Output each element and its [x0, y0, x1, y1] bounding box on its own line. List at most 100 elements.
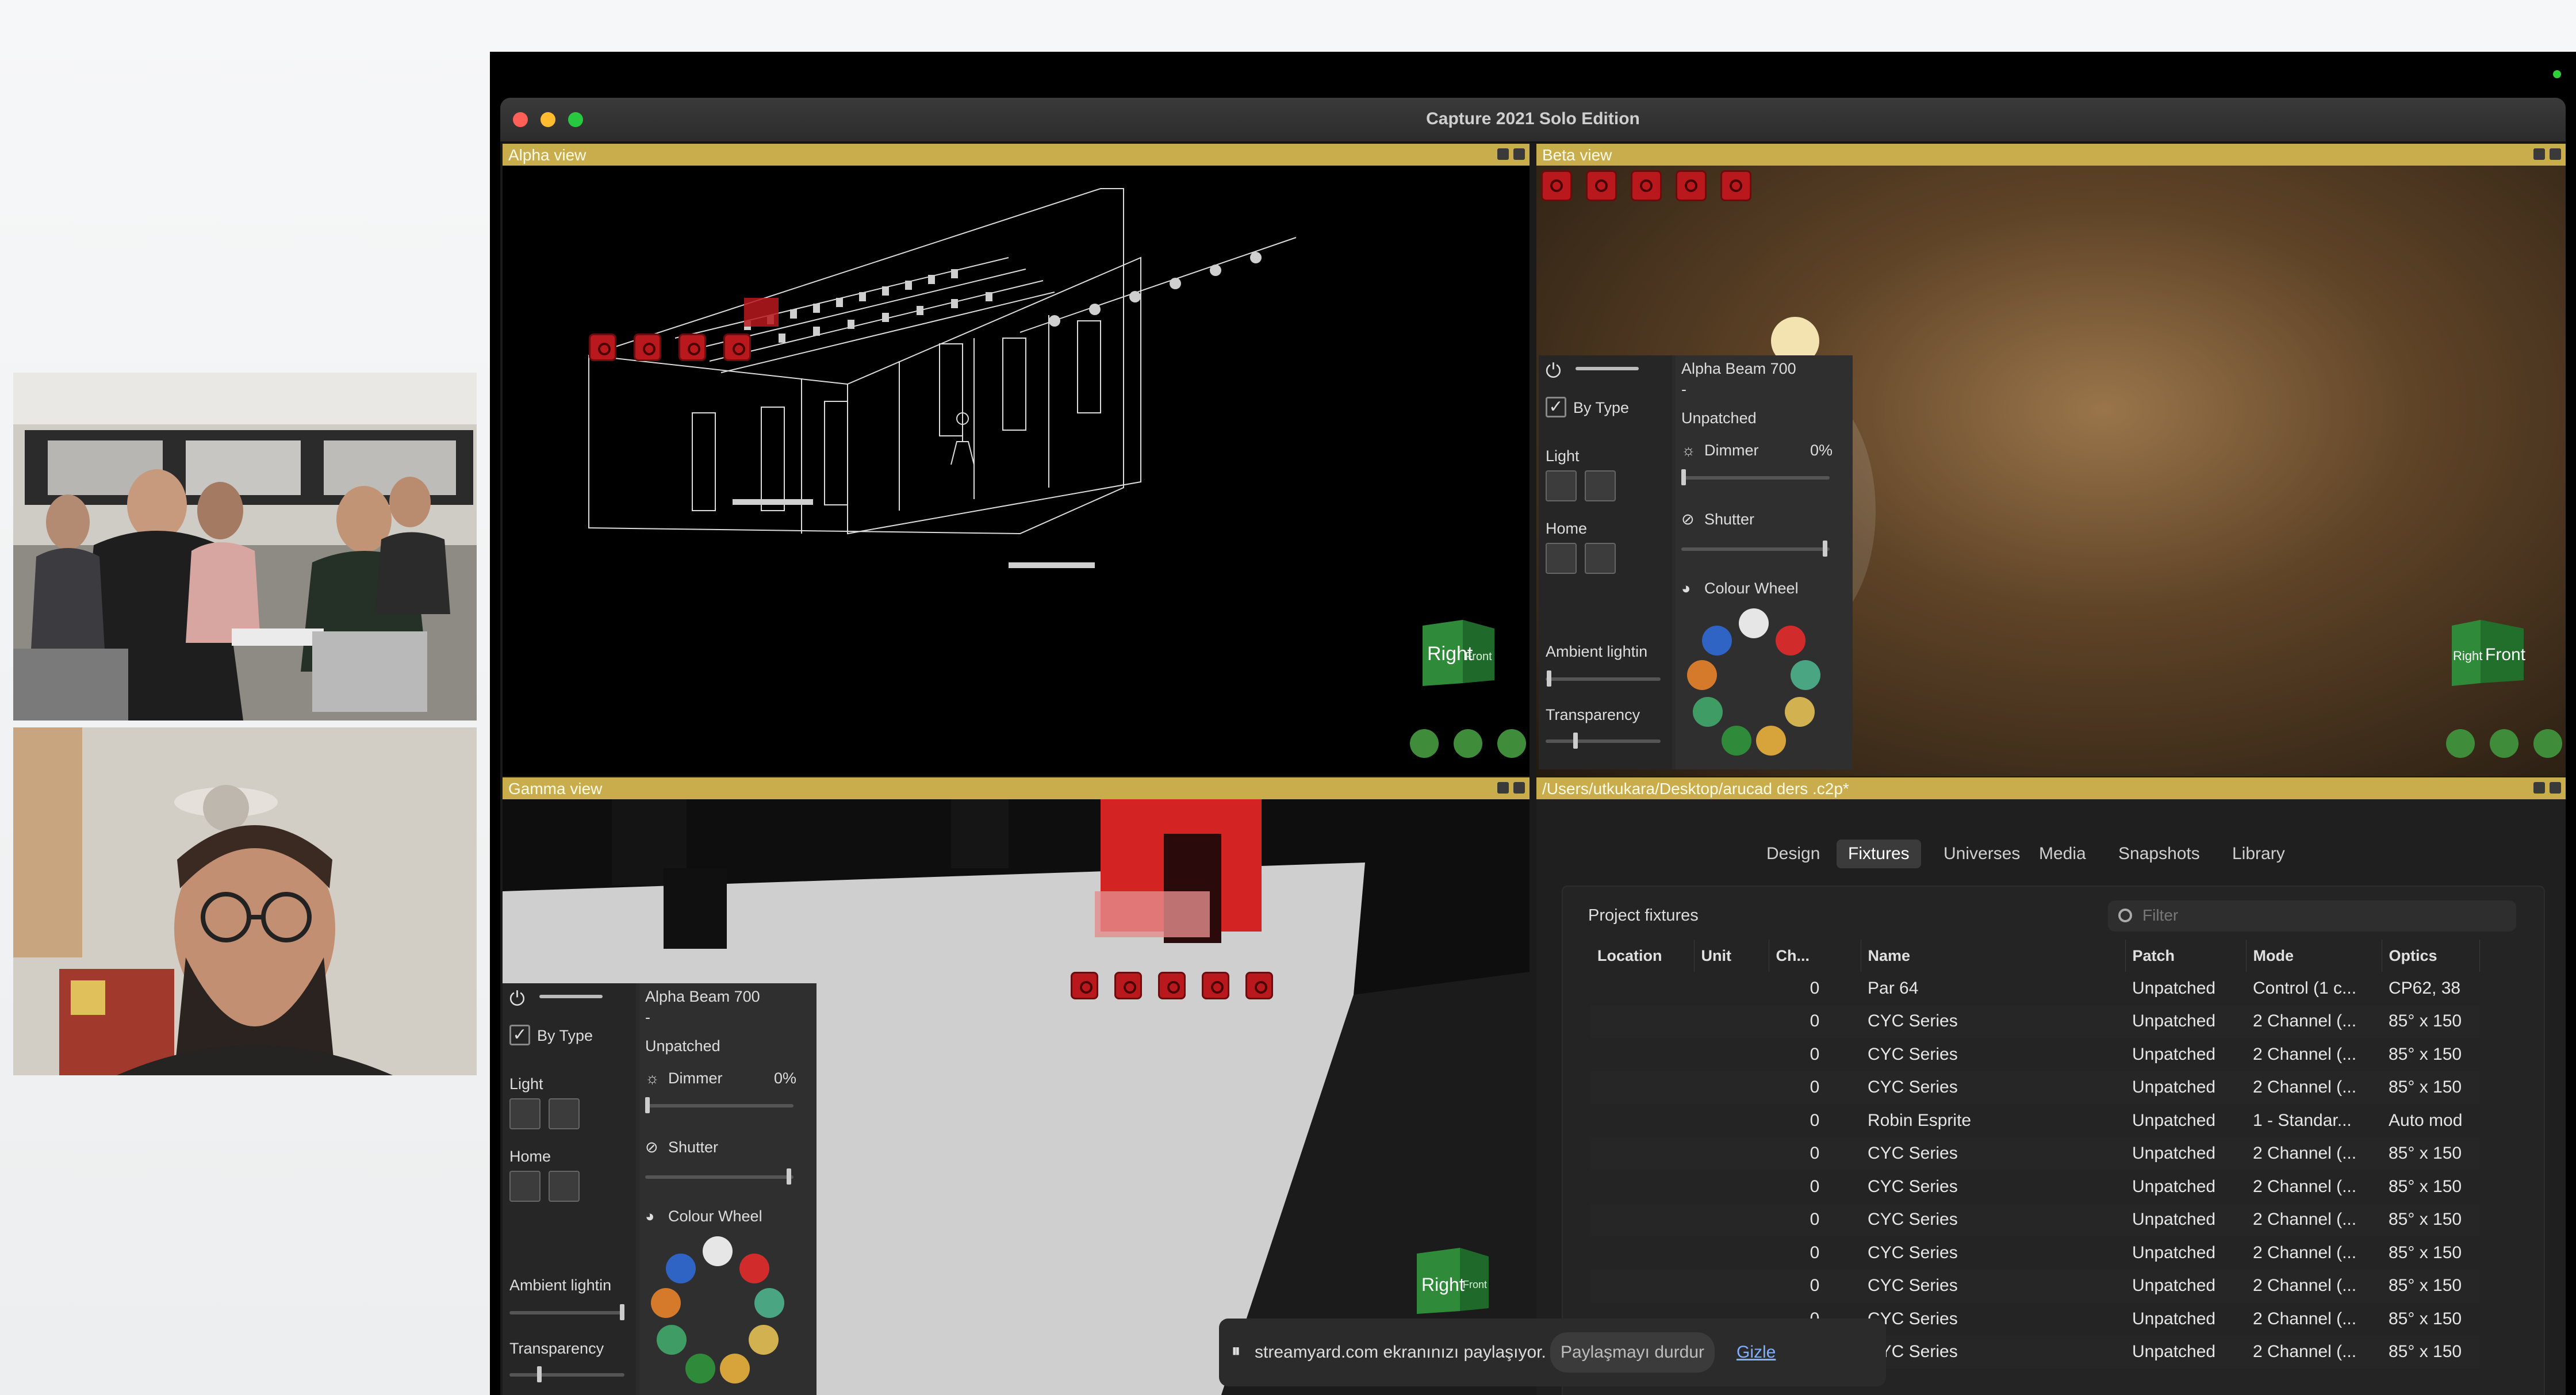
ambient-slider-knob[interactable]: [620, 1304, 624, 1320]
colour-swatch-yellow[interactable]: [749, 1325, 779, 1355]
shutter-slider-knob[interactable]: [787, 1168, 791, 1185]
transparency-slider-knob[interactable]: [537, 1366, 542, 1382]
beta-view-pane[interactable]: Beta view ⏻ ✓ By Type Light Home Ambient…: [1536, 144, 2566, 776]
by-type-checkbox[interactable]: ✓: [1546, 397, 1566, 417]
light-off-button[interactable]: [1546, 470, 1577, 501]
navigation-cube[interactable]: Right Front: [2446, 614, 2527, 689]
tab-snapshots[interactable]: Snapshots: [2107, 840, 2211, 868]
table-row[interactable]: 0 Par 64 Unpatched Control (1 c... CP62, 38: [1590, 972, 2479, 1005]
table-row[interactable]: 0CYC SeriesUnpatched2 Channel (...85° x …: [1590, 1236, 2479, 1270]
ambient-slider[interactable]: [1546, 677, 1661, 681]
colour-swatch-amber[interactable]: [1756, 726, 1786, 756]
pan-icon[interactable]: [1454, 729, 1482, 758]
home-icon[interactable]: [2550, 782, 2561, 794]
red-tool-icon[interactable]: [1676, 170, 1707, 201]
table-row[interactable]: 0CYC SeriesUnpatched2 Channel (...85° x …: [1590, 1137, 2479, 1170]
red-tool-icon[interactable]: [1586, 170, 1617, 201]
column-header-unit[interactable]: Unit: [1694, 940, 1769, 972]
table-row[interactable]: 0CYC SeriesUnpatched2 Channel (...85° x …: [1590, 1005, 2479, 1038]
master-slider[interactable]: [539, 995, 603, 998]
shutter-slider[interactable]: [645, 1175, 793, 1179]
light-on-button[interactable]: [549, 1098, 580, 1129]
red-tool-icon[interactable]: [678, 334, 706, 361]
shutter-slider[interactable]: [1681, 547, 1830, 551]
shutter-slider-knob[interactable]: [1823, 541, 1827, 557]
light-off-button[interactable]: [509, 1098, 540, 1129]
table-row[interactable]: 0CYC SeriesUnpatched2 Channel (...85° x …: [1590, 1038, 2479, 1071]
column-header-patch[interactable]: Patch: [2125, 940, 2247, 972]
home-icon[interactable]: [1513, 148, 1525, 160]
column-header-mode[interactable]: Mode: [2246, 940, 2382, 972]
column-header-channel[interactable]: Ch...: [1769, 940, 1861, 972]
rotate-icon[interactable]: [1410, 729, 1439, 758]
menu-icon[interactable]: [1497, 729, 1526, 758]
red-tool-icon[interactable]: [1114, 972, 1142, 999]
power-icon[interactable]: ⏻: [1546, 360, 1561, 382]
alpha-view-pane[interactable]: Alpha view Right Front: [503, 144, 1529, 776]
transparency-slider[interactable]: [509, 1373, 624, 1377]
home-edit-button[interactable]: [509, 1171, 540, 1202]
home-icon[interactable]: [1513, 782, 1525, 794]
filter-input[interactable]: Filter: [2108, 900, 2516, 932]
colour-swatch-dark-green[interactable]: [1722, 726, 1751, 756]
colour-swatch-orange[interactable]: [651, 1288, 681, 1318]
pin-icon[interactable]: [2533, 148, 2545, 160]
power-icon[interactable]: ⏻: [509, 988, 525, 1010]
column-header-location[interactable]: Location: [1590, 940, 1695, 972]
transparency-slider[interactable]: [1546, 739, 1661, 743]
navigation-cube[interactable]: Right Front: [1417, 614, 1497, 689]
colour-swatch-dark-green[interactable]: [685, 1354, 715, 1383]
colour-swatch-amber[interactable]: [720, 1354, 750, 1383]
red-tool-icon[interactable]: [1720, 170, 1751, 201]
colour-swatch-yellow[interactable]: [1785, 697, 1815, 727]
dimmer-slider-knob[interactable]: [645, 1097, 650, 1113]
stop-sharing-button[interactable]: Paylaşmayı durdur: [1550, 1332, 1715, 1373]
home-icon[interactable]: [2550, 148, 2561, 160]
rotate-icon[interactable]: [2446, 729, 2475, 758]
column-header-name[interactable]: Name: [1861, 940, 2126, 972]
colour-swatch-red[interactable]: [1776, 626, 1805, 656]
menu-icon[interactable]: [2533, 729, 2562, 758]
red-tool-icon[interactable]: [1202, 972, 1229, 999]
tab-library[interactable]: Library: [2221, 840, 2297, 868]
light-on-button[interactable]: [1585, 470, 1616, 501]
ambient-slider[interactable]: [509, 1311, 624, 1314]
alpha-viewport[interactable]: Right Front: [503, 166, 1529, 776]
table-row[interactable]: 0CYC SeriesUnpatched2 Channel (...85° x …: [1590, 1170, 2479, 1204]
colour-swatch-teal[interactable]: [1791, 660, 1820, 690]
home-reset-button[interactable]: [1585, 543, 1616, 574]
red-tool-icon[interactable]: [634, 334, 661, 361]
dimmer-slider[interactable]: [645, 1104, 793, 1107]
red-tool-icon[interactable]: [1245, 972, 1273, 999]
table-row[interactable]: 0CYC SeriesUnpatched2 Channel (...85° x …: [1590, 1071, 2479, 1104]
colour-swatch-teal[interactable]: [754, 1288, 784, 1318]
red-tool-icon[interactable]: [1631, 170, 1662, 201]
transparency-slider-knob[interactable]: [1573, 733, 1578, 749]
tab-media[interactable]: Media: [2027, 840, 2098, 868]
pin-icon[interactable]: [1497, 782, 1509, 794]
table-row[interactable]: 0CYC SeriesUnpatched2 Channel (...85° x …: [1590, 1203, 2479, 1236]
colour-swatch-white[interactable]: [703, 1236, 733, 1266]
ambient-slider-knob[interactable]: [1547, 670, 1551, 687]
dimmer-slider-knob[interactable]: [1681, 469, 1686, 485]
table-row[interactable]: 0CYC SeriesUnpatched2 Channel (...85° x …: [1590, 1269, 2479, 1302]
pin-icon[interactable]: [2533, 782, 2545, 794]
table-row[interactable]: 0 Robin Esprite Unpatched 1 - Standar... Aut…: [1590, 1104, 2479, 1137]
home-edit-button[interactable]: [1546, 543, 1577, 574]
colour-swatch-green[interactable]: [1693, 697, 1723, 727]
home-reset-button[interactable]: [549, 1171, 580, 1202]
colour-swatch-blue[interactable]: [1702, 626, 1732, 656]
red-tool-icon[interactable]: [589, 334, 616, 361]
tab-universes[interactable]: Universes: [1932, 840, 2031, 868]
red-tool-icon[interactable]: [723, 334, 751, 361]
pan-icon[interactable]: [2490, 729, 2518, 758]
red-tool-icon[interactable]: [1158, 972, 1186, 999]
navigation-cube[interactable]: Right Front: [1411, 1242, 1492, 1317]
gamma-viewport[interactable]: ⏻ ✓ By Type Light Home Ambient lightin T…: [503, 799, 1529, 1395]
tab-fixtures[interactable]: Fixtures: [1837, 840, 1921, 868]
by-type-checkbox[interactable]: ✓: [509, 1025, 530, 1045]
gamma-view-pane[interactable]: Gamma view ⏻ ✓ By Type Light Home Ambien…: [503, 777, 1529, 1395]
red-tool-icon[interactable]: [1541, 170, 1572, 201]
colour-swatch-green[interactable]: [657, 1325, 687, 1355]
colour-swatch-white[interactable]: [1739, 608, 1769, 638]
